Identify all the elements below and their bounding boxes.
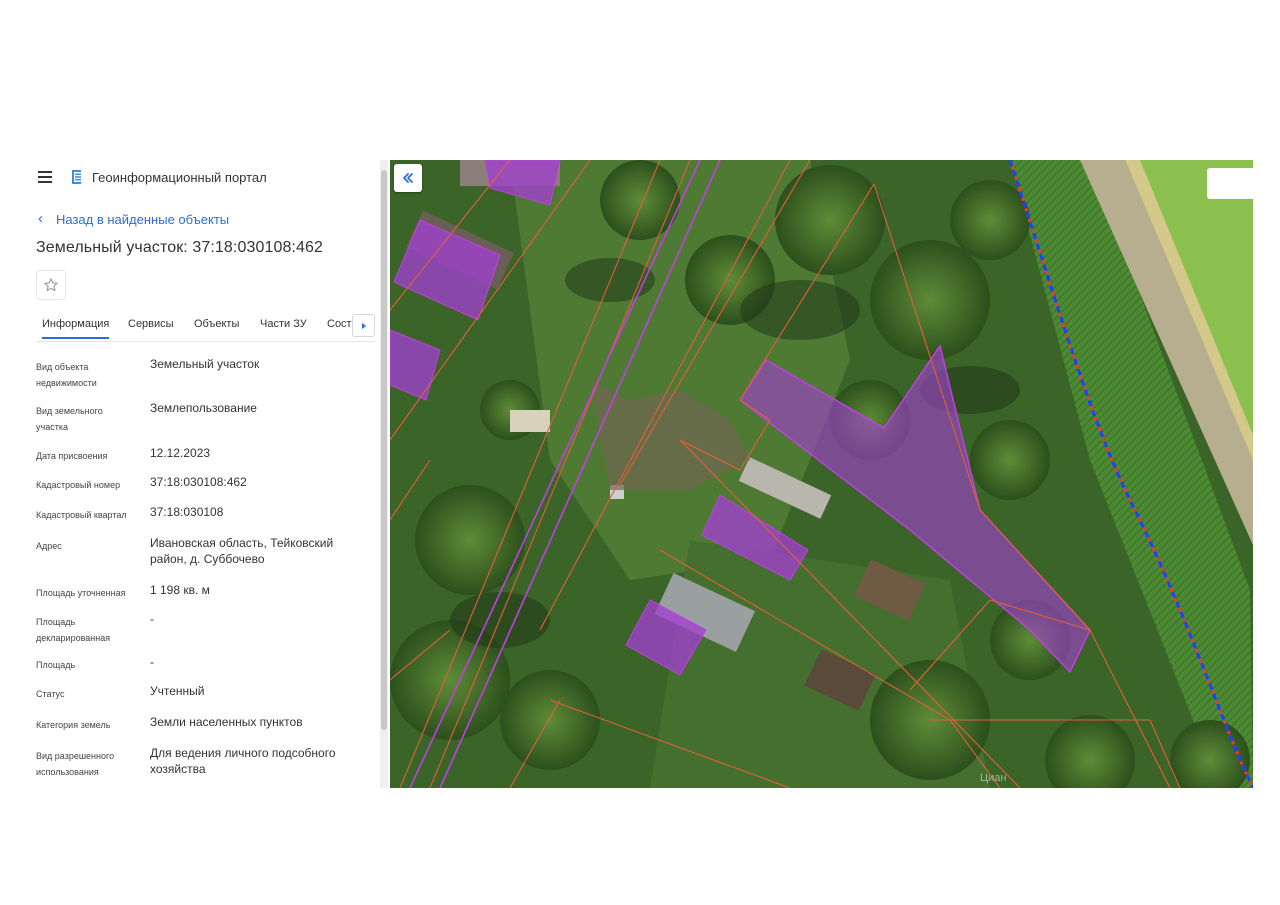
property-value: Землепользование (150, 401, 257, 415)
screen: Геоинформационный портал ‹ Назад в найде… (0, 0, 1280, 905)
map-layer-control[interactable] (1207, 168, 1253, 199)
map-watermark: Циан (980, 772, 1007, 784)
favorite-button[interactable] (36, 270, 66, 300)
property-value: Ивановская область, Тейковский район, д.… (150, 536, 334, 566)
property-key: Площадь (36, 660, 76, 670)
tabs-next-button[interactable] (352, 314, 375, 337)
property-value: 1 198 кв. м (150, 583, 210, 597)
scrollbar-thumb[interactable] (381, 170, 387, 730)
property-value: 37:18:030108:462 (150, 475, 247, 489)
object-title: Земельный участок: 37:18:030108:462 (36, 239, 324, 256)
property-value: Земли населенных пунктов (150, 715, 303, 729)
tab-bar: Информация Сервисы Объекты Части ЗУ Сост… (36, 314, 376, 342)
hamburger-menu-icon[interactable] (38, 171, 52, 183)
portal-logo-icon (72, 170, 81, 184)
portal-title: Геоинформационный портал (92, 170, 267, 185)
property-value: Земельный участок (150, 357, 260, 371)
property-value: - (150, 655, 154, 669)
tab-services[interactable]: Сервисы (128, 318, 174, 330)
object-info-panel: Геоинформационный портал ‹ Назад в найде… (22, 160, 378, 788)
app-header: Геоинформационный портал (22, 160, 378, 196)
property-key: Адрес (36, 541, 62, 551)
collapse-panel-button[interactable] (394, 164, 422, 192)
property-value: 37:18:030108 (150, 505, 224, 519)
property-key: Кадастровый квартал (36, 510, 127, 520)
property-key: Вид разрешенного использования (36, 751, 115, 777)
double-chevron-left-icon (403, 173, 413, 183)
property-key: Дата присвоения (36, 451, 108, 461)
caret-right-icon (361, 322, 366, 329)
back-to-results-label: Назад в найденные объекты (56, 211, 230, 227)
property-key: Статус (36, 689, 65, 699)
star-outline-icon (44, 278, 58, 292)
tab-parcel-parts[interactable]: Части ЗУ (260, 318, 307, 330)
property-key: Вид объекта недвижимости (36, 362, 97, 388)
map-view[interactable]: Циан (390, 160, 1253, 788)
chevron-left-icon: ‹ (38, 210, 43, 227)
property-value: - (150, 612, 154, 626)
property-value: Учтенный (150, 684, 205, 698)
property-key: Категория земель (36, 720, 111, 730)
tab-information[interactable]: Информация (42, 318, 110, 339)
property-value: Для ведения личного подсобного хозяйства (150, 746, 336, 776)
property-key: Площадь декларированная (36, 617, 111, 643)
back-to-results-link[interactable]: ‹ Назад в найденные объекты (38, 210, 229, 228)
property-key: Вид земельного участка (36, 406, 103, 432)
tab-objects[interactable]: Объекты (194, 318, 239, 330)
property-key: Площадь уточненная (36, 588, 126, 598)
panel-scrollbar[interactable] (380, 160, 388, 788)
property-value: 12.12.2023 (150, 446, 211, 460)
property-key: Кадастровый номер (36, 480, 121, 490)
satellite-map (390, 160, 1253, 788)
